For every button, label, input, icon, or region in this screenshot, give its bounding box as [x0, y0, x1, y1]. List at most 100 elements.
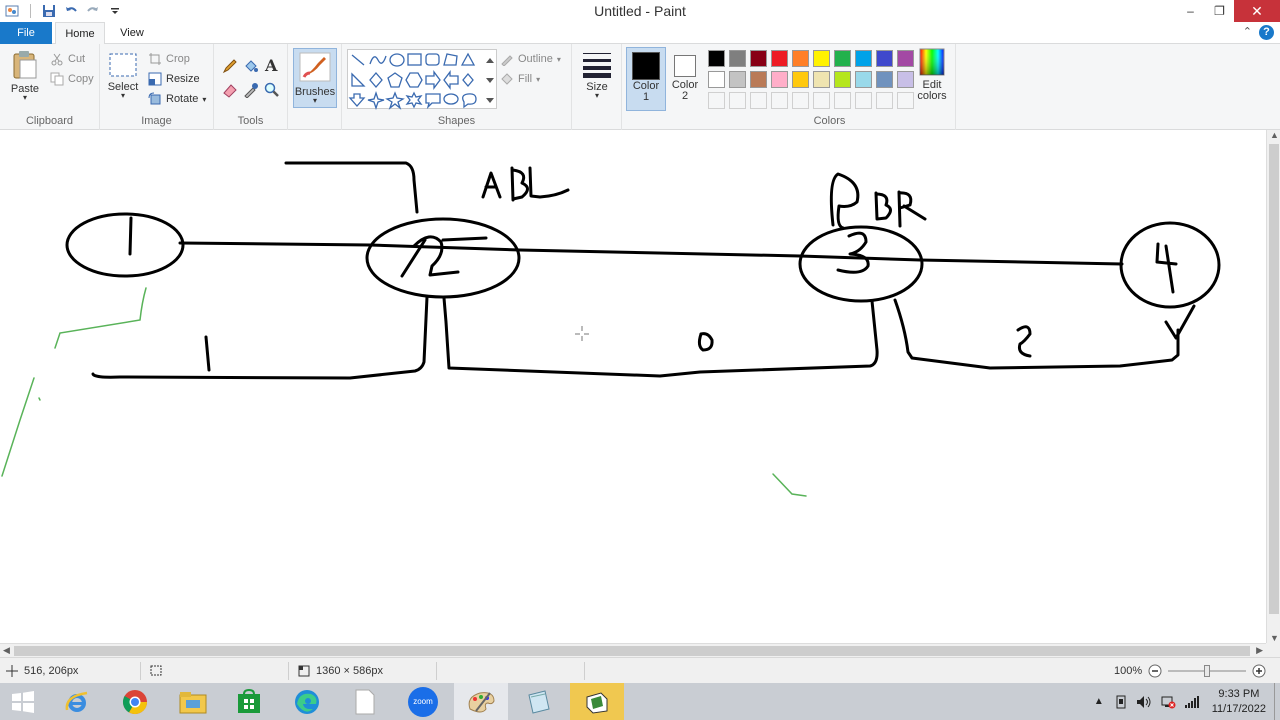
clock[interactable]: 9:33 PM 11/17/2022 [1204, 687, 1274, 717]
close-button[interactable]: ✕ [1234, 0, 1280, 22]
callout-cloud-shape-icon[interactable] [462, 93, 477, 109]
scroll-right-arrow-icon[interactable]: ▶ [1256, 645, 1263, 656]
scroll-down-icon[interactable] [486, 78, 494, 83]
palette-swatch[interactable] [855, 71, 872, 88]
line-shape-icon[interactable] [351, 54, 365, 66]
edit-colors-button[interactable]: Edit colors [914, 48, 950, 102]
brushes-button[interactable]: Brushes ▾ [293, 48, 337, 108]
undo-icon[interactable] [63, 3, 79, 19]
zoom-out-icon[interactable] [1148, 664, 1162, 678]
zoom-in-icon[interactable] [1252, 664, 1266, 678]
palette-swatch[interactable] [708, 71, 725, 88]
vertical-scrollbar[interactable]: ▲ ▼ [1266, 130, 1280, 643]
custom-color-slot[interactable] [729, 92, 746, 109]
pencil-icon[interactable] [222, 58, 238, 74]
custom-color-slot[interactable] [834, 92, 851, 109]
taskbar-notepad[interactable] [338, 683, 392, 720]
minimize-button[interactable]: – [1176, 0, 1205, 22]
palette-swatch[interactable] [897, 50, 914, 67]
rounded-rectangle-shape-icon[interactable] [425, 53, 440, 66]
tab-view[interactable]: View [108, 22, 156, 44]
taskbar-notes[interactable] [512, 683, 566, 720]
save-icon[interactable] [41, 3, 57, 19]
copy-button[interactable]: Copy [50, 72, 94, 86]
network-error-icon[interactable] [1160, 695, 1176, 709]
custom-color-slot[interactable] [813, 92, 830, 109]
taskbar-chrome[interactable] [108, 683, 162, 720]
fill-bucket-icon[interactable] [243, 58, 259, 74]
horizontal-scroll-thumb[interactable] [14, 646, 1250, 656]
color1-button[interactable]: Color 1 [626, 47, 666, 111]
diamond-shape-icon[interactable] [369, 72, 383, 88]
custom-color-slot[interactable] [897, 92, 914, 109]
palette-swatch[interactable] [855, 50, 872, 67]
four-point-star-shape-icon[interactable] [462, 72, 474, 88]
tab-home[interactable]: Home [55, 22, 105, 45]
show-hidden-icons-icon[interactable]: ▲ [1088, 696, 1110, 707]
taskbar-file-explorer[interactable] [166, 683, 220, 720]
show-desktop-button[interactable] [1274, 683, 1280, 720]
paste-button[interactable]: Paste ▾ [6, 50, 44, 102]
palette-swatch[interactable] [876, 71, 893, 88]
drawing-canvas[interactable] [0, 130, 1266, 643]
taskbar-zoom[interactable]: zoom [396, 683, 450, 720]
palette-swatch[interactable] [771, 50, 788, 67]
restore-button[interactable]: ❐ [1205, 0, 1234, 22]
signal-strength-icon[interactable] [1184, 695, 1200, 709]
scroll-down-arrow-icon[interactable]: ▼ [1270, 633, 1279, 643]
curve-shape-icon[interactable] [369, 55, 387, 65]
rectangle-shape-icon[interactable] [407, 53, 422, 66]
triangle-shape-icon[interactable] [460, 52, 476, 66]
palette-swatch[interactable] [708, 50, 725, 67]
rotate-button[interactable]: Rotate ▾ [148, 92, 206, 106]
cut-button[interactable]: Cut [50, 52, 85, 66]
custom-color-slot[interactable] [771, 92, 788, 109]
right-arrow-shape-icon[interactable] [425, 70, 441, 90]
color-picker-icon[interactable] [243, 82, 259, 98]
left-arrow-shape-icon[interactable] [443, 70, 459, 90]
palette-swatch[interactable] [834, 71, 851, 88]
vertical-scroll-thumb[interactable] [1269, 144, 1279, 614]
tab-file[interactable]: File [0, 22, 52, 44]
palette-swatch[interactable] [792, 71, 809, 88]
crop-button[interactable]: Crop [148, 52, 190, 66]
taskbar-edge[interactable] [280, 683, 334, 720]
palette-swatch[interactable] [750, 50, 767, 67]
taskbar-store[interactable] [222, 683, 276, 720]
custom-color-slot[interactable] [750, 92, 767, 109]
select-button[interactable]: Select ▾ [106, 52, 140, 100]
oval-shape-icon[interactable] [389, 53, 405, 67]
palette-swatch[interactable] [771, 71, 788, 88]
redo-icon[interactable] [85, 3, 101, 19]
taskbar-paint-3d[interactable] [570, 683, 624, 720]
polygon-shape-icon[interactable] [443, 53, 458, 66]
down-arrow-shape-icon[interactable] [348, 93, 366, 107]
shapes-gallery[interactable] [347, 49, 497, 111]
device-icon[interactable] [1114, 695, 1128, 709]
six-point-star-shape-icon[interactable] [405, 91, 423, 109]
zoom-slider-thumb[interactable] [1204, 665, 1211, 677]
palette-swatch[interactable] [813, 71, 830, 88]
color2-button[interactable]: Color 2 [667, 47, 703, 111]
zoom-slider[interactable] [1168, 664, 1247, 678]
collapse-ribbon-icon[interactable]: ⌃ [1243, 25, 1252, 38]
scroll-up-icon[interactable] [486, 58, 494, 63]
four-point-star-alt-icon[interactable] [367, 90, 385, 111]
scroll-left-arrow-icon[interactable]: ◀ [3, 645, 10, 656]
custom-color-slot[interactable] [708, 92, 725, 109]
paint-app-icon[interactable] [4, 3, 20, 19]
five-point-star-shape-icon[interactable] [385, 91, 405, 110]
palette-swatch[interactable] [750, 71, 767, 88]
horizontal-scrollbar[interactable]: ◀ ▶ [0, 643, 1266, 657]
palette-swatch[interactable] [729, 50, 746, 67]
right-triangle-shape-icon[interactable] [351, 72, 366, 87]
palette-swatch[interactable] [897, 71, 914, 88]
taskbar-paint[interactable] [454, 683, 508, 720]
more-shapes-icon[interactable] [486, 98, 494, 103]
hexagon-shape-icon[interactable] [405, 72, 423, 88]
magnifier-icon[interactable] [264, 82, 280, 98]
eraser-icon[interactable] [222, 82, 238, 98]
pentagon-shape-icon[interactable] [387, 72, 403, 88]
callout-rect-shape-icon[interactable] [425, 93, 441, 110]
fill-button[interactable]: Fill ▾ [500, 72, 540, 86]
